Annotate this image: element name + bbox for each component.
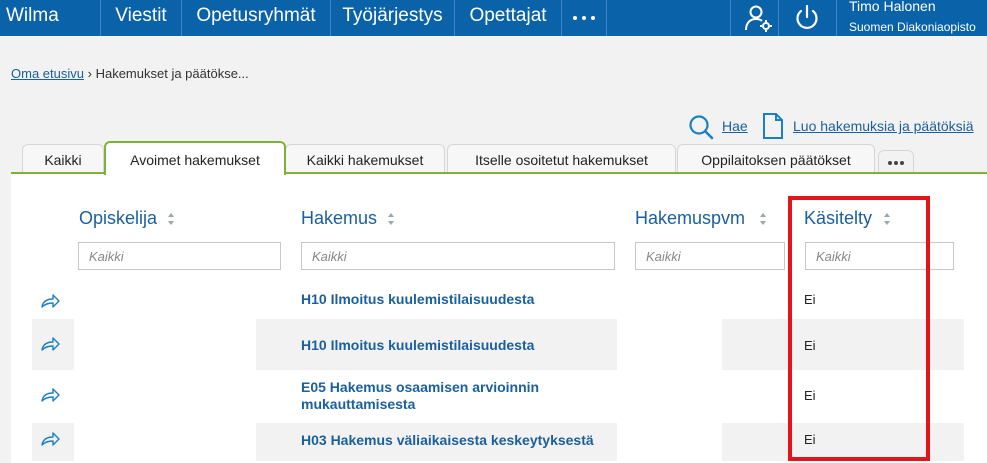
application-title-link[interactable]: H03 Hakemus väliaikaisesta keskeytyksest… bbox=[301, 432, 621, 449]
more-dots-icon[interactable] bbox=[562, 0, 606, 36]
filter-hakemuspvm-input[interactable] bbox=[635, 242, 785, 270]
handled-value: Ei bbox=[804, 432, 816, 447]
row-shade bbox=[722, 423, 964, 461]
handled-value: Ei bbox=[804, 292, 816, 307]
tab-oppilaitoksen-paatokset[interactable]: Oppilaitoksen päätökset bbox=[677, 144, 875, 173]
forward-arrow-icon[interactable] bbox=[40, 336, 60, 352]
school-name: Suomen Diakoniaopisto bbox=[849, 20, 976, 34]
forward-arrow-icon[interactable] bbox=[40, 387, 60, 403]
application-title-link[interactable]: E05 Hakemus osaamisen arvioinnin mukautt… bbox=[301, 379, 561, 413]
sort-icon[interactable] bbox=[387, 212, 395, 226]
breadcrumb-current: Hakemukset ja päätökse... bbox=[95, 66, 249, 81]
sort-icon[interactable] bbox=[883, 212, 891, 226]
user-settings-icon[interactable] bbox=[744, 3, 774, 33]
nav-separator bbox=[778, 0, 779, 36]
application-title-link[interactable]: H10 Ilmoitus kuulemistilaisuudesta bbox=[301, 291, 591, 308]
filter-hakemus-input[interactable] bbox=[301, 242, 615, 270]
row-shade bbox=[722, 319, 964, 370]
nav-item-viestit[interactable]: Viestit bbox=[101, 0, 181, 36]
nav-separator bbox=[730, 0, 731, 36]
tab-kaikki[interactable]: Kaikki bbox=[22, 144, 104, 173]
filter-opiskelija-input[interactable] bbox=[78, 242, 281, 270]
nav-separator bbox=[836, 0, 837, 36]
nav-item-opettajat[interactable]: Opettajat bbox=[455, 0, 561, 36]
application-title-link[interactable]: H10 Ilmoitus kuulemistilaisuudesta bbox=[301, 337, 591, 354]
sort-icon[interactable] bbox=[759, 212, 767, 226]
breadcrumb-home-link[interactable]: Oma etusivu bbox=[11, 66, 84, 81]
column-header-kasitelty[interactable]: Käsitelty bbox=[804, 208, 872, 229]
tab-avoimet-hakemukset[interactable]: Avoimet hakemukset bbox=[104, 141, 286, 175]
sort-icon[interactable] bbox=[167, 212, 175, 226]
top-nav-bar: Wilma Viestit Opetusryhmät Työjärjestys … bbox=[0, 0, 987, 36]
column-header-opiskelija[interactable]: Opiskelija bbox=[79, 208, 157, 229]
column-header-hakemus[interactable]: Hakemus bbox=[301, 208, 377, 229]
nav-separator bbox=[606, 0, 607, 36]
more-tabs-icon[interactable] bbox=[878, 150, 914, 174]
user-name[interactable]: Timo Halonen bbox=[849, 0, 936, 14]
column-header-hakemuspvm[interactable]: Hakemuspvm bbox=[635, 208, 745, 229]
nav-item-opetusryhmat[interactable]: Opetusryhmät bbox=[182, 0, 330, 36]
handled-value: Ei bbox=[804, 338, 816, 353]
tab-kaikki-hakemukset[interactable]: Kaikki hakemukset bbox=[285, 144, 445, 173]
breadcrumb: Oma etusivu › Hakemukset ja päätökse... bbox=[11, 66, 249, 81]
search-icon[interactable] bbox=[688, 114, 714, 140]
new-document-icon[interactable] bbox=[762, 112, 784, 140]
handled-value: Ei bbox=[804, 388, 816, 403]
create-applications-link[interactable]: Luo hakemuksia ja päätöksiä bbox=[793, 118, 974, 134]
tab-itselle-osoitetut[interactable]: Itselle osoitetut hakemukset bbox=[447, 144, 676, 173]
forward-arrow-icon[interactable] bbox=[40, 431, 60, 447]
brand-logo[interactable]: Wilma bbox=[6, 0, 59, 36]
breadcrumb-separator: › bbox=[87, 66, 92, 81]
filter-kasitelty-input[interactable] bbox=[805, 242, 954, 270]
forward-arrow-icon[interactable] bbox=[40, 293, 60, 309]
search-link[interactable]: Hae bbox=[722, 118, 748, 134]
nav-item-tyojarjestys[interactable]: Työjärjestys bbox=[331, 0, 454, 36]
power-icon[interactable] bbox=[792, 3, 822, 33]
